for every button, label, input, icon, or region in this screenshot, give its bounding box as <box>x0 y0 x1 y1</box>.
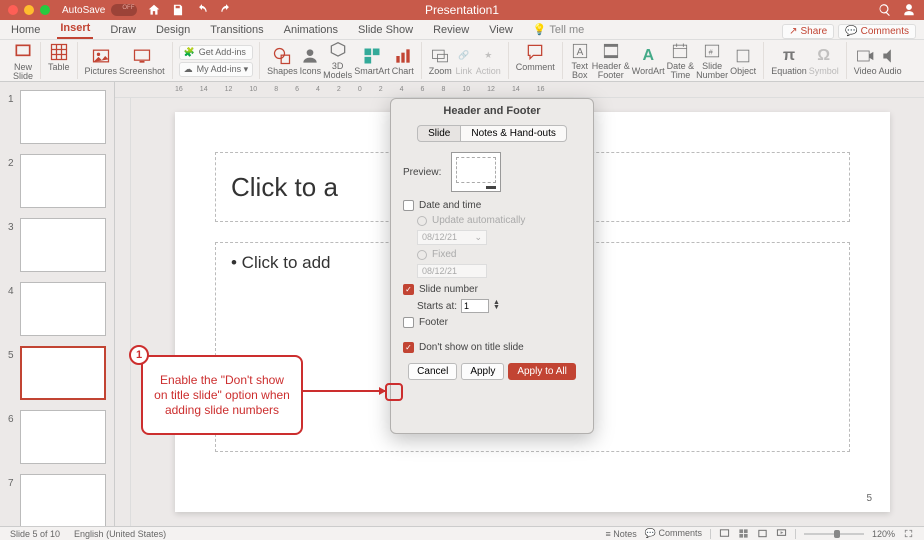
undo-icon[interactable] <box>195 3 209 17</box>
tab-view[interactable]: View <box>486 22 516 39</box>
slide-thumbnail-panel[interactable]: 1 2 3 4 5 6 7 <box>0 82 115 526</box>
slideshow-view-icon[interactable] <box>776 528 787 539</box>
slide-page-number: 5 <box>866 493 872 504</box>
header-footer-button[interactable]: Header & Footer <box>592 41 630 80</box>
redo-icon[interactable] <box>219 3 233 17</box>
object-button[interactable]: Object <box>730 46 756 76</box>
fixed-radio[interactable] <box>417 250 427 260</box>
annotation-arrow <box>303 390 385 392</box>
slide-number-checkbox[interactable] <box>403 284 414 295</box>
video-button[interactable]: Video <box>854 46 877 76</box>
annotation-badge: 1 <box>129 345 149 365</box>
zoom-level[interactable]: 120% <box>872 529 895 539</box>
slide-thumbnail[interactable] <box>20 282 106 336</box>
smartart-button[interactable]: SmartArt <box>354 46 390 76</box>
new-slide-button[interactable]: New Slide <box>13 42 33 81</box>
symbol-button[interactable]: ΩSymbol <box>809 46 839 76</box>
svg-text:A: A <box>576 47 583 58</box>
tab-insert[interactable]: Insert <box>57 20 93 39</box>
autosave-toggle[interactable] <box>111 4 137 16</box>
tab-design[interactable]: Design <box>153 22 193 39</box>
document-title: Presentation1 <box>425 3 499 17</box>
window-controls[interactable] <box>8 5 50 15</box>
annotation-target-ring <box>385 383 403 401</box>
tab-home[interactable]: Home <box>8 22 43 39</box>
share-button[interactable]: ↗Share <box>782 24 834 39</box>
close-window-icon[interactable] <box>8 5 18 15</box>
dont-show-title-checkbox[interactable] <box>403 342 414 353</box>
date-time-checkbox[interactable] <box>403 200 414 211</box>
tab-draw[interactable]: Draw <box>107 22 139 39</box>
pictures-button[interactable]: Pictures <box>85 46 118 76</box>
maximize-window-icon[interactable] <box>40 5 50 15</box>
cancel-button[interactable]: Cancel <box>408 363 457 380</box>
equation-button[interactable]: πEquation <box>771 46 807 76</box>
preview-label: Preview: <box>403 167 441 178</box>
fit-to-window-icon[interactable] <box>903 528 914 539</box>
zoom-slider[interactable] <box>804 533 864 535</box>
chart-button[interactable]: Chart <box>392 46 414 76</box>
comments-toggle[interactable]: 💬 Comments <box>645 528 702 539</box>
minimize-window-icon[interactable] <box>24 5 34 15</box>
apply-all-button[interactable]: Apply to All <box>508 363 575 380</box>
slide-thumbnail[interactable] <box>20 410 106 464</box>
vertical-ruler <box>115 98 131 526</box>
dialog-title: Header and Footer <box>391 99 593 125</box>
tab-slideshow[interactable]: Slide Show <box>355 22 416 39</box>
zoom-button[interactable]: Zoom <box>429 46 452 76</box>
slide-thumbnail[interactable] <box>20 154 106 208</box>
footer-checkbox[interactable] <box>403 317 414 328</box>
slide-thumbnail[interactable] <box>20 218 106 272</box>
reading-view-icon[interactable] <box>757 528 768 539</box>
dialog-tab-slide[interactable]: Slide <box>417 125 461 142</box>
slide-thumbnail[interactable] <box>20 346 106 400</box>
tell-me-search[interactable]: 💡 Tell me <box>530 21 587 39</box>
header-footer-dialog: Header and Footer Slide Notes & Hand-out… <box>390 98 594 434</box>
comment-button[interactable]: Comment <box>516 42 555 72</box>
update-auto-radio[interactable] <box>417 216 427 226</box>
autosave-label: AutoSave <box>62 5 105 16</box>
horizontal-ruler: 1614121086420246810121416 <box>115 82 924 98</box>
comments-button[interactable]: 💬Comments <box>838 24 916 39</box>
tab-transitions[interactable]: Transitions <box>207 22 266 39</box>
presence-icon[interactable] <box>902 3 916 17</box>
get-addins-button[interactable]: 🧩 Get Add-ins <box>179 45 254 60</box>
tab-animations[interactable]: Animations <box>281 22 341 39</box>
slide-indicator: Slide 5 of 10 <box>10 529 60 539</box>
apply-button[interactable]: Apply <box>461 363 504 380</box>
slide-thumbnail[interactable] <box>20 474 106 526</box>
link-button[interactable]: 🔗Link <box>454 46 474 76</box>
slide-thumbnail[interactable] <box>20 90 106 144</box>
starts-at-input[interactable] <box>461 299 489 313</box>
notes-toggle[interactable]: ≡ Notes <box>605 529 636 539</box>
svg-text:#: # <box>709 47 714 56</box>
normal-view-icon[interactable] <box>719 528 730 539</box>
addins-group: 🧩 Get Add-ins ☁ My Add-ins ▾ <box>173 45 260 77</box>
shapes-button[interactable]: Shapes <box>267 46 298 76</box>
slide-number-button[interactable]: #Slide Number <box>696 41 728 80</box>
wordart-button[interactable]: AWordArt <box>632 46 665 76</box>
tab-review[interactable]: Review <box>430 22 472 39</box>
annotation-text: Enable the "Don't show on title slide" o… <box>141 355 303 435</box>
dialog-tab-notes[interactable]: Notes & Hand-outs <box>461 125 567 142</box>
save-icon[interactable] <box>171 3 185 17</box>
my-addins-button[interactable]: ☁ My Add-ins ▾ <box>179 62 254 77</box>
3d-models-button[interactable]: 3D Models <box>323 41 352 80</box>
action-button[interactable]: ★Action <box>476 46 501 76</box>
home-icon[interactable] <box>147 3 161 17</box>
text-box-button[interactable]: AText Box <box>570 41 590 80</box>
sorter-view-icon[interactable] <box>738 528 749 539</box>
screenshot-button[interactable]: Screenshot <box>119 46 165 76</box>
fixed-date-field[interactable]: 08/12/21 <box>417 264 487 278</box>
search-icon[interactable] <box>878 3 892 17</box>
auto-date-dropdown[interactable]: 08/12/21⌄ <box>417 230 487 245</box>
date-time-button[interactable]: Date & Time <box>667 41 695 80</box>
language-indicator[interactable]: English (United States) <box>74 529 166 539</box>
audio-button[interactable]: Audio <box>879 46 902 76</box>
preview-thumbnail <box>451 152 501 192</box>
table-button[interactable]: Table <box>48 42 70 72</box>
icons-button[interactable]: Icons <box>300 46 322 76</box>
